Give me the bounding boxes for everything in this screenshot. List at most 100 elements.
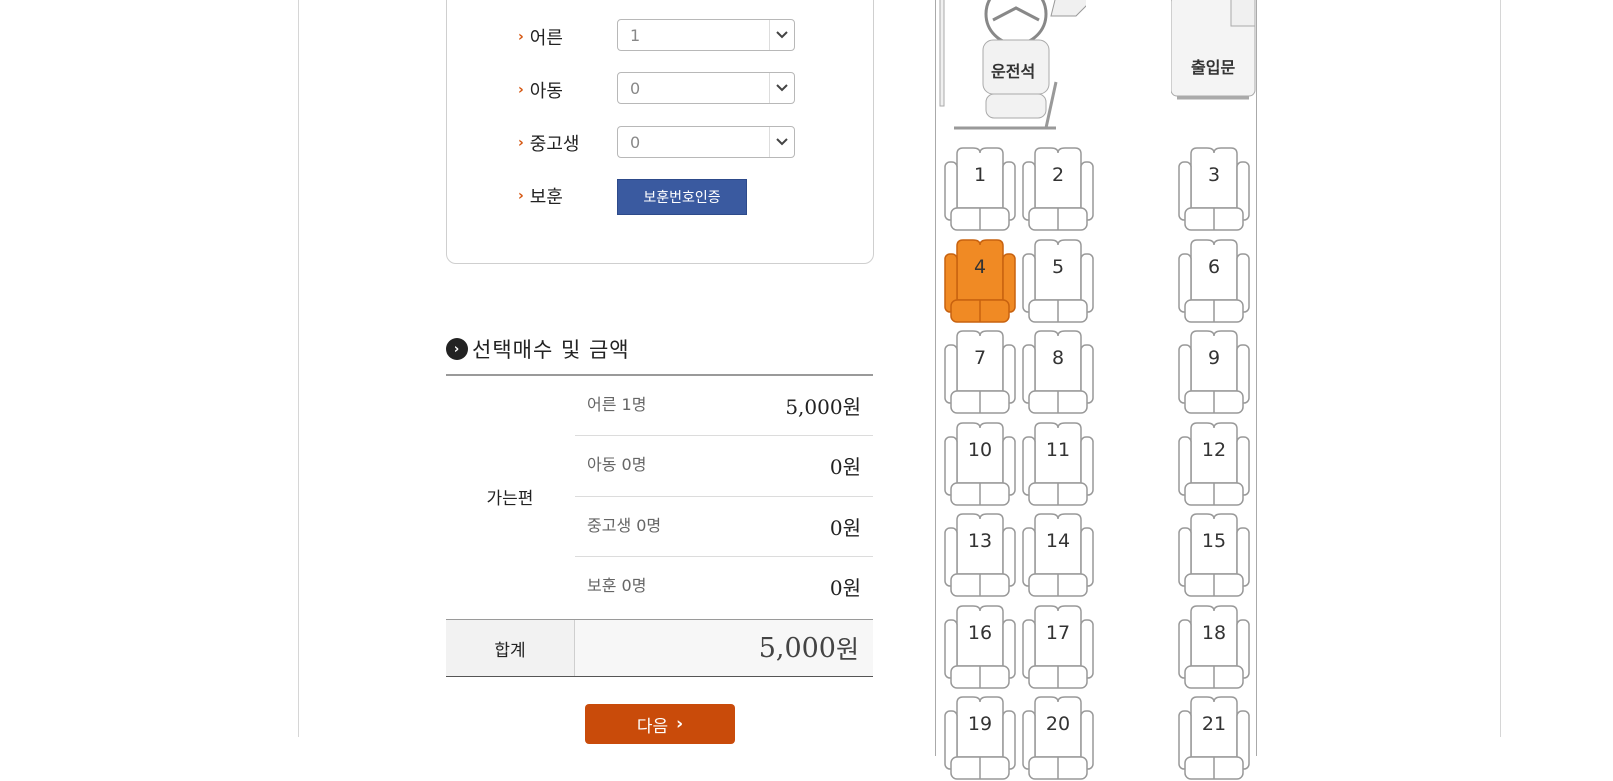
child-count-value: 0 [630, 78, 641, 98]
seat-number: 6 [1207, 255, 1221, 278]
fare-name: 보훈 0명 [587, 576, 647, 595]
seat-13[interactable]: 13 [943, 512, 1017, 598]
student-label: 중고생 [529, 134, 580, 155]
seat-icon [1022, 421, 1094, 506]
seat-7[interactable]: 7 [943, 329, 1017, 415]
seat-number: 11 [1045, 438, 1071, 461]
chevron-down-icon [769, 127, 794, 157]
seat-3[interactable]: 3 [1177, 146, 1251, 232]
fare-amount: 0원 [829, 516, 861, 540]
page-frame-left [298, 0, 299, 737]
seat-18[interactable]: 18 [1177, 604, 1251, 690]
seat-icon [1022, 238, 1094, 323]
fare-row-adult: 어른 1명 5,000원 [575, 375, 873, 435]
fare-amount: 5,000원 [785, 395, 861, 419]
seat-5[interactable]: 5 [1021, 238, 1095, 324]
seat-19[interactable]: 19 [943, 695, 1017, 781]
total-label: 합계 [446, 620, 575, 676]
fare-name: 중고생 0명 [587, 516, 662, 535]
seat-1[interactable]: 1 [943, 146, 1017, 232]
adult-row: › 어른 [518, 20, 618, 54]
seat-number: 3 [1207, 164, 1221, 186]
seat-icon [1022, 147, 1094, 231]
seat-12[interactable]: 12 [1177, 421, 1251, 507]
door-area: 출입문 [1170, 0, 1256, 104]
seat-icon [1178, 330, 1250, 414]
seat-icon [1022, 330, 1094, 414]
page-frame-right [1500, 0, 1501, 737]
seat-icon [944, 147, 1016, 231]
seat-number: 1 [973, 164, 987, 186]
chevron-right-icon: › [676, 714, 684, 734]
seat-number: 4 [973, 255, 987, 278]
seat-icon [1178, 604, 1250, 689]
seat-4[interactable]: 4 [943, 238, 1017, 324]
chevron-down-icon [769, 20, 794, 50]
seat-number: 18 [1201, 621, 1227, 644]
seat-number: 10 [967, 438, 993, 461]
total-row: 합계 5,000 원 [446, 619, 873, 677]
trip-label: 가는편 [486, 489, 534, 509]
seat-9[interactable]: 9 [1177, 329, 1251, 415]
seat-2[interactable]: 2 [1021, 146, 1095, 232]
fare-name: 어른 1명 [587, 395, 647, 414]
seat-14[interactable]: 14 [1021, 512, 1095, 598]
seat-number: 13 [967, 530, 993, 552]
adult-label: 어른 [529, 28, 563, 49]
seat-17[interactable]: 17 [1021, 604, 1095, 690]
next-button-label: 다음 [636, 716, 669, 737]
seat-21[interactable]: 21 [1177, 695, 1251, 781]
seat-number: 2 [1051, 164, 1065, 186]
seat-icon [944, 604, 1016, 689]
seat-icon [1178, 238, 1250, 323]
fare-amount: 0원 [829, 455, 861, 479]
seat-number: 5 [1051, 255, 1065, 278]
door-label: 출입문 [1191, 58, 1236, 77]
child-count-select[interactable]: 0 [617, 72, 795, 104]
chevron-down-icon [769, 73, 794, 103]
fare-row-veteran: 보훈 0명 0원 [575, 556, 873, 616]
chevron-right-icon: › [518, 82, 524, 98]
veteran-label: 보훈 [529, 187, 563, 208]
driver-seat-area: 운전석 [936, 0, 1093, 136]
next-button[interactable]: 다음 › [585, 704, 735, 744]
chevron-right-icon: › [518, 29, 524, 45]
seat-8[interactable]: 8 [1021, 329, 1095, 415]
fare-amount: 0원 [829, 576, 861, 600]
seat-icon [944, 330, 1016, 414]
door-icon [1170, 0, 1256, 100]
seat-10[interactable]: 10 [943, 421, 1017, 507]
seat-icon [944, 421, 1016, 506]
seat-icon [1022, 604, 1094, 689]
seat-number: 17 [1045, 621, 1071, 644]
adult-count-value: 1 [630, 25, 641, 45]
fare-name: 아동 0명 [587, 455, 647, 474]
seat-number: 20 [1045, 713, 1071, 735]
seat-icon [944, 513, 1016, 597]
seat-number: 15 [1201, 530, 1227, 552]
chevron-right-icon: › [518, 188, 524, 204]
bus-seat-map: 운전석 출입문 1 2 3 4 5 6 7 8 9 10 11 12 13 14 15 16 17 18 19 20 2… [935, 0, 1257, 780]
chevron-circle-icon: › [446, 338, 468, 360]
seat-icon [1178, 147, 1250, 231]
summary-title-text: 선택매수 및 금액 [472, 338, 630, 362]
seat-15[interactable]: 15 [1177, 512, 1251, 598]
seat-number: 16 [967, 621, 993, 644]
driver-label: 운전석 [991, 62, 1036, 81]
child-row: › 아동 [518, 73, 618, 107]
seat-number: 12 [1201, 438, 1227, 461]
seat-16[interactable]: 16 [943, 604, 1017, 690]
seat-6[interactable]: 6 [1177, 238, 1251, 324]
seat-icon [1178, 513, 1250, 597]
seat-number: 7 [973, 347, 987, 369]
seat-icon [1022, 696, 1094, 780]
veteran-cert-button[interactable]: 보훈번호인증 [617, 179, 747, 215]
seat-number: 21 [1201, 713, 1227, 735]
fare-row-child: 아동 0명 0원 [575, 435, 873, 495]
student-count-select[interactable]: 0 [617, 126, 795, 158]
adult-count-select[interactable]: 1 [617, 19, 795, 51]
seat-20[interactable]: 20 [1021, 695, 1095, 781]
seat-11[interactable]: 11 [1021, 421, 1095, 507]
seat-icon [944, 238, 1016, 323]
student-row: › 중고생 [518, 126, 618, 160]
